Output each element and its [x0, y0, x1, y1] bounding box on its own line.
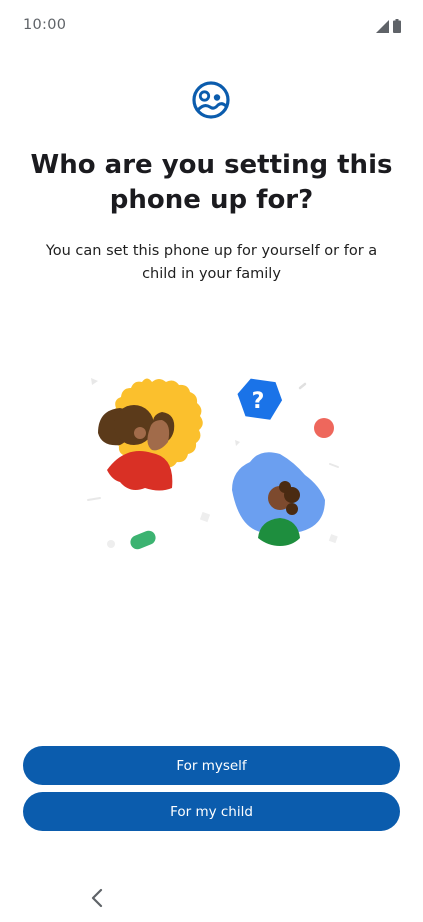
- question-badge: ?: [237, 378, 283, 420]
- family-link-icon: [192, 81, 230, 119]
- page-subtitle: You can set this phone up for yourself o…: [45, 243, 378, 282]
- battery-icon: [393, 19, 401, 33]
- status-time: 10:00: [23, 17, 67, 33]
- for-my-child-button[interactable]: For my child: [23, 792, 400, 831]
- svg-text:?: ?: [252, 389, 265, 414]
- child-avatar: [232, 452, 325, 546]
- chevron-left-icon[interactable]: [86, 886, 108, 910]
- for-myself-button[interactable]: For myself: [23, 746, 400, 785]
- status-icons: [376, 19, 401, 33]
- parent-child-illustration: ?: [87, 378, 339, 550]
- parent-avatar: [98, 378, 203, 491]
- page-title: Who are you setting this phone up for?: [30, 150, 393, 215]
- signal-icon: [376, 20, 389, 33]
- setup-screen: 10:00 Who are you setting this phone up …: [0, 0, 423, 922]
- status-bar: 10:00: [0, 0, 423, 52]
